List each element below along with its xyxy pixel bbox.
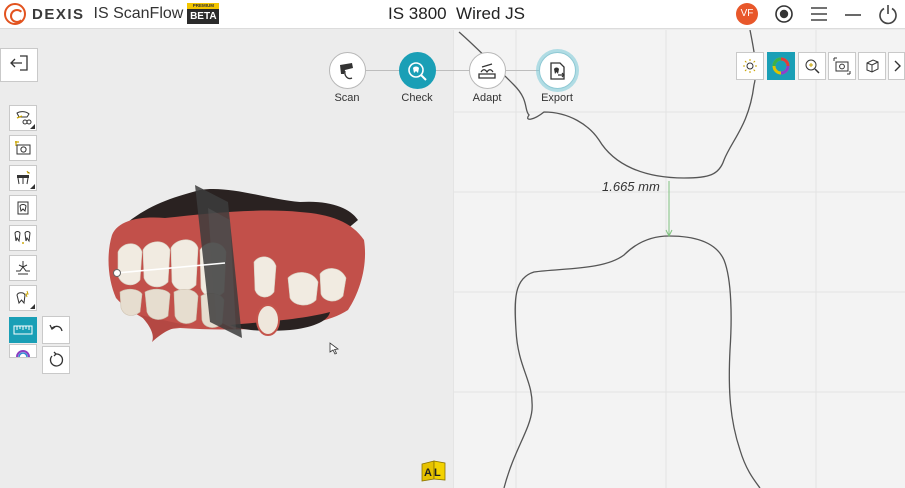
tooth-check-icon — [398, 52, 436, 89]
device-title: IS 3800 Wired JS — [388, 4, 526, 23]
camera-icon — [15, 141, 31, 155]
al-badge: AL — [420, 458, 446, 482]
exit-arrow-icon — [8, 54, 30, 77]
zoom-icon — [805, 59, 820, 74]
reset-icon — [49, 351, 64, 367]
reset-button[interactable] — [42, 346, 70, 374]
occlusion-tool[interactable] — [9, 255, 37, 281]
collapse-toolbar[interactable] — [888, 52, 905, 80]
beta-label: BETA — [187, 9, 220, 24]
undo-icon — [49, 324, 63, 332]
3d-model-pane[interactable] — [0, 30, 453, 488]
scan-viewport[interactable]: Scan Check Adapt Export 1.665 mm AL — [0, 30, 905, 488]
rainbow-icon — [16, 350, 30, 357]
step-label: Adapt — [472, 92, 502, 104]
adapt-icon — [468, 52, 506, 89]
dexis-logo-icon — [4, 3, 26, 25]
chevron-right-icon — [894, 60, 901, 72]
minimize-icon[interactable] — [842, 3, 864, 25]
scanner-icon — [328, 52, 366, 89]
step-adapt[interactable]: Adapt — [457, 52, 517, 104]
ruler-icon — [13, 325, 33, 335]
arch-icon — [14, 231, 31, 244]
sun-icon — [743, 59, 757, 73]
menu-icon[interactable] — [808, 3, 830, 25]
camera-frame-icon — [833, 57, 851, 75]
exit-button[interactable] — [0, 48, 38, 82]
color-tool[interactable] — [9, 344, 37, 358]
power-icon[interactable] — [877, 3, 899, 25]
app-logo: DEXIS IS ScanFlow PREMIUM BETA — [4, 3, 220, 25]
edit-tool[interactable] — [9, 105, 37, 131]
occlusion-icon — [16, 261, 30, 275]
snapshot-tool[interactable] — [9, 135, 37, 161]
record-icon[interactable] — [773, 3, 795, 25]
cross-section-graph — [454, 30, 905, 488]
step-check[interactable]: Check — [387, 52, 447, 104]
step-label: Export — [541, 92, 573, 104]
step-label: Scan — [334, 92, 360, 104]
arch-tool[interactable] — [9, 225, 37, 251]
zoom-tool[interactable] — [798, 52, 826, 80]
cube-icon — [866, 59, 879, 73]
al-badge-letters: AL — [424, 467, 443, 479]
step-label: Check — [401, 92, 433, 104]
crown-icon — [17, 201, 29, 215]
export-icon — [538, 52, 576, 89]
undo-button[interactable] — [42, 316, 70, 344]
step-scan[interactable]: Scan — [317, 52, 377, 104]
view-cube-tool[interactable] — [858, 52, 886, 80]
light-tool[interactable] — [736, 52, 764, 80]
screenshot-tool[interactable] — [828, 52, 856, 80]
color-map-tool[interactable] — [767, 52, 795, 80]
ruler-tool[interactable] — [9, 317, 37, 343]
title-bar: DEXIS IS ScanFlow PREMIUM BETA IS 3800 W… — [0, 0, 905, 29]
beta-badge: PREMIUM BETA — [187, 3, 220, 25]
crown-tool[interactable] — [9, 195, 37, 221]
color-wheel-icon — [772, 57, 790, 75]
dental-scan-model[interactable] — [0, 30, 453, 488]
user-avatar[interactable]: VF — [736, 3, 758, 25]
cross-section-pane[interactable] — [453, 30, 905, 488]
brand-name: DEXIS — [32, 5, 85, 23]
tooth-tool[interactable] — [9, 165, 37, 191]
tooth-mark-tool[interactable] — [9, 285, 37, 311]
step-export[interactable]: Export — [527, 52, 587, 104]
product-name: IS ScanFlow — [93, 5, 184, 22]
distance-label: 1.665 mm — [602, 179, 660, 194]
